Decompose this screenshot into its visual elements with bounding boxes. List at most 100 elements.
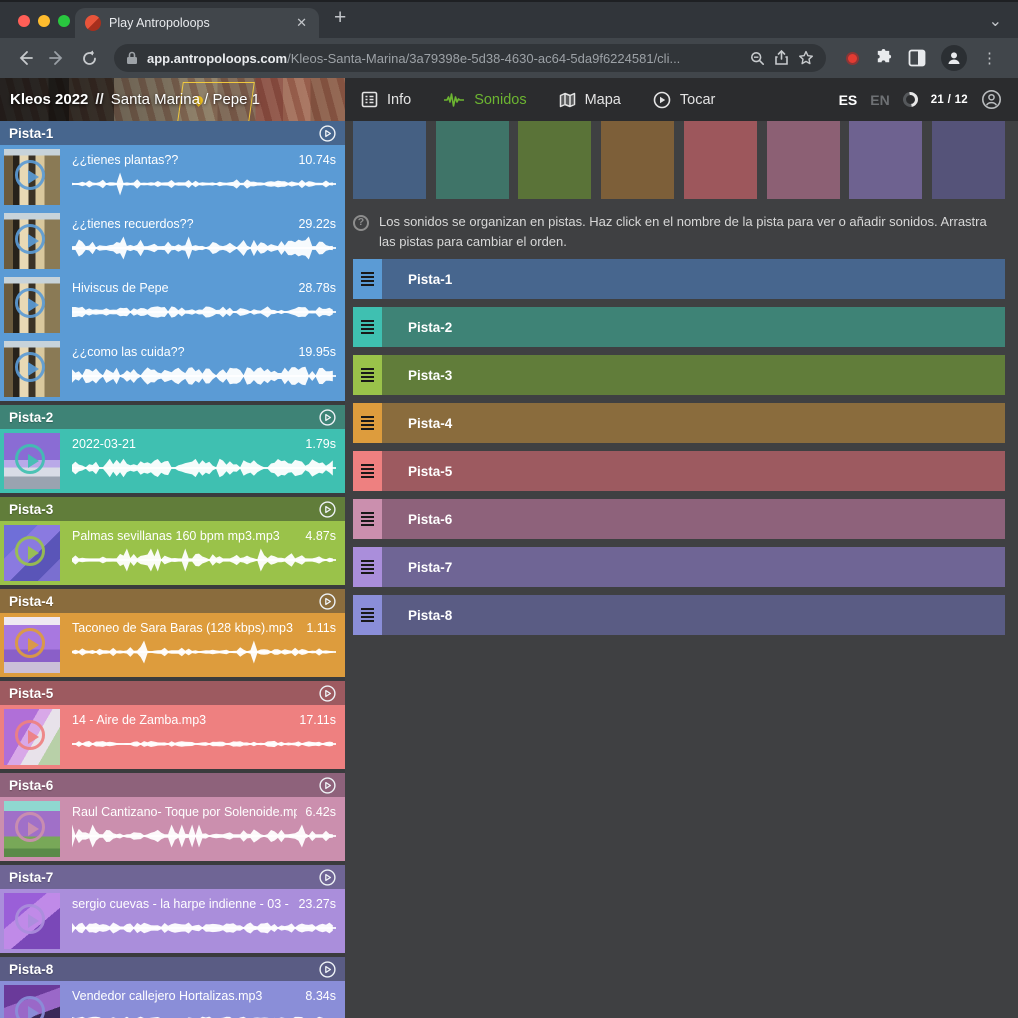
track-header[interactable]: Pista-5 bbox=[0, 681, 345, 705]
sound-item[interactable]: 2022-03-211.79s bbox=[0, 429, 345, 493]
sound-duration: 8.34s bbox=[305, 989, 336, 1003]
waveform bbox=[72, 547, 336, 573]
tab-sonidos[interactable]: Sonidos bbox=[443, 92, 526, 108]
track-header[interactable]: Pista-6 bbox=[0, 773, 345, 797]
lang-en-button[interactable]: EN bbox=[870, 92, 889, 108]
track-play-button[interactable] bbox=[319, 685, 336, 702]
track-row[interactable]: Pista-2 bbox=[353, 307, 1005, 347]
sound-item[interactable]: ¿¿tienes plantas??10.74s bbox=[0, 145, 345, 209]
track-section: Pista-8 Vendedor callejero Hortalizas.mp3… bbox=[0, 957, 345, 1018]
track-header[interactable]: Pista-7 bbox=[0, 865, 345, 889]
sound-item[interactable]: ¿¿tienes recuerdos??29.22s bbox=[0, 209, 345, 273]
track-row[interactable]: Pista-7 bbox=[353, 547, 1005, 587]
track-header[interactable]: Pista-3 bbox=[0, 497, 345, 521]
track-row[interactable]: Pista-5 bbox=[353, 451, 1005, 491]
sound-duration: 23.27s bbox=[298, 897, 336, 911]
sound-item[interactable]: 14 - Aire de Zamba.mp317.11s bbox=[0, 705, 345, 769]
drag-handle[interactable] bbox=[353, 451, 382, 491]
url-bar[interactable]: app.antropoloops.com/Kleos-Santa-Marina/… bbox=[114, 44, 826, 72]
sound-thumbnail bbox=[4, 149, 60, 205]
reload-icon[interactable] bbox=[76, 45, 102, 71]
minimize-window-button[interactable] bbox=[38, 15, 50, 27]
sound-item[interactable]: Hiviscus de Pepe28.78s bbox=[0, 273, 345, 337]
track-row[interactable]: Pista-6 bbox=[353, 499, 1005, 539]
zoom-level-icon[interactable] bbox=[750, 51, 765, 66]
account-icon[interactable] bbox=[981, 89, 1002, 110]
track-section: Pista-1¿¿tienes plantas??10.74s¿¿tienes … bbox=[0, 121, 345, 401]
drag-handle[interactable] bbox=[353, 499, 382, 539]
bookmark-star-icon[interactable] bbox=[798, 50, 814, 66]
drag-handle[interactable] bbox=[353, 355, 382, 395]
track-row[interactable]: Pista-1 bbox=[353, 259, 1005, 299]
sound-title: Vendedor callejero Hortalizas.mp3 bbox=[72, 989, 262, 1003]
track-name: Pista-7 bbox=[9, 870, 53, 885]
record-extension-icon[interactable] bbox=[846, 52, 859, 65]
extensions-puzzle-icon[interactable] bbox=[874, 49, 893, 68]
drag-handle[interactable] bbox=[353, 547, 382, 587]
lang-es-button[interactable]: ES bbox=[839, 92, 858, 108]
loading-spinner-icon bbox=[900, 89, 921, 110]
track-row[interactable]: Pista-3 bbox=[353, 355, 1005, 395]
breadcrumb: Kleos 2022//Santa Marina / Pepe 1 bbox=[0, 91, 260, 108]
back-icon[interactable] bbox=[12, 45, 38, 71]
side-panel-icon[interactable] bbox=[908, 49, 926, 67]
track-play-button[interactable] bbox=[319, 409, 336, 426]
track-row[interactable]: Pista-4 bbox=[353, 403, 1005, 443]
drag-handle[interactable] bbox=[353, 403, 382, 443]
new-tab-button[interactable]: + bbox=[334, 6, 346, 30]
forward-icon[interactable] bbox=[44, 45, 70, 71]
sound-item[interactable]: Vendedor callejero Hortalizas.mp3 8.34s bbox=[0, 981, 345, 1018]
drag-handle[interactable] bbox=[353, 259, 382, 299]
track-color-swatch[interactable] bbox=[436, 121, 509, 199]
tab-overflow-chevron-icon[interactable]: ⌄ bbox=[989, 11, 1002, 31]
sound-item[interactable]: Palmas sevillanas 160 bpm mp3.mp34.87s bbox=[0, 521, 345, 585]
track-color-swatch[interactable] bbox=[849, 121, 922, 199]
tab-close-icon[interactable]: ✕ bbox=[294, 15, 309, 31]
track-play-button[interactable] bbox=[319, 125, 336, 142]
track-play-button[interactable] bbox=[319, 501, 336, 518]
sound-item[interactable]: sergio cuevas - la harpe indienne - 03 -… bbox=[0, 889, 345, 953]
track-row-label: Pista-2 bbox=[382, 320, 452, 335]
track-color-swatch[interactable] bbox=[601, 121, 674, 199]
track-play-button[interactable] bbox=[319, 961, 336, 978]
track-section: Pista-3Palmas sevillanas 160 bpm mp3.mp3… bbox=[0, 497, 345, 585]
sound-item[interactable]: ¿¿como las cuida??19.95s bbox=[0, 337, 345, 401]
tab-info[interactable]: Info bbox=[361, 91, 411, 108]
zoom-window-button[interactable] bbox=[58, 15, 70, 27]
track-color-swatch[interactable] bbox=[932, 121, 1005, 199]
track-color-swatch[interactable] bbox=[767, 121, 840, 199]
track-header[interactable]: Pista-8 bbox=[0, 957, 345, 981]
track-play-button[interactable] bbox=[319, 593, 336, 610]
track-color-swatch[interactable] bbox=[518, 121, 591, 199]
sound-duration: 4.87s bbox=[305, 529, 336, 543]
track-header[interactable]: Pista-2 bbox=[0, 405, 345, 429]
track-header[interactable]: Pista-4 bbox=[0, 589, 345, 613]
main-panel: ? Los sonidos se organizan en pistas. Ha… bbox=[345, 121, 1018, 1018]
track-color-swatch[interactable] bbox=[353, 121, 426, 199]
track-play-button[interactable] bbox=[319, 777, 336, 794]
sound-item[interactable]: Raul Cantizano- Toque por Solenoide.mp36… bbox=[0, 797, 345, 861]
browser-menu-kebab-icon[interactable]: ⋮ bbox=[982, 49, 997, 67]
waveform bbox=[72, 455, 336, 481]
tab-mapa[interactable]: Mapa bbox=[559, 92, 621, 108]
share-icon[interactable] bbox=[774, 50, 789, 66]
track-color-swatch[interactable] bbox=[684, 121, 757, 199]
browser-profile-avatar[interactable] bbox=[941, 45, 967, 71]
browser-tab[interactable]: Play Antropoloops ✕ bbox=[75, 8, 319, 38]
close-window-button[interactable] bbox=[18, 15, 30, 27]
play-circle-icon bbox=[653, 91, 671, 109]
track-name: Pista-8 bbox=[9, 962, 53, 977]
drag-handle-icon bbox=[361, 608, 374, 622]
track-section: Pista-7 sergio cuevas - la harpe indienne… bbox=[0, 865, 345, 953]
drag-handle[interactable] bbox=[353, 595, 382, 635]
drag-handle[interactable] bbox=[353, 307, 382, 347]
track-header[interactable]: Pista-1 bbox=[0, 121, 345, 145]
track-name: Pista-2 bbox=[9, 410, 53, 425]
track-row[interactable]: Pista-8 bbox=[353, 595, 1005, 635]
track-rows: Pista-1 Pista-2 Pista-3 Pista-4 Pista-5 Pista… bbox=[353, 259, 1005, 635]
sound-item[interactable]: Taconeo de Sara Baras (128 kbps).mp31.11… bbox=[0, 613, 345, 677]
sound-thumbnail bbox=[4, 985, 60, 1018]
tab-tocar[interactable]: Tocar bbox=[653, 91, 715, 109]
track-play-button[interactable] bbox=[319, 869, 336, 886]
waveform bbox=[72, 299, 336, 325]
